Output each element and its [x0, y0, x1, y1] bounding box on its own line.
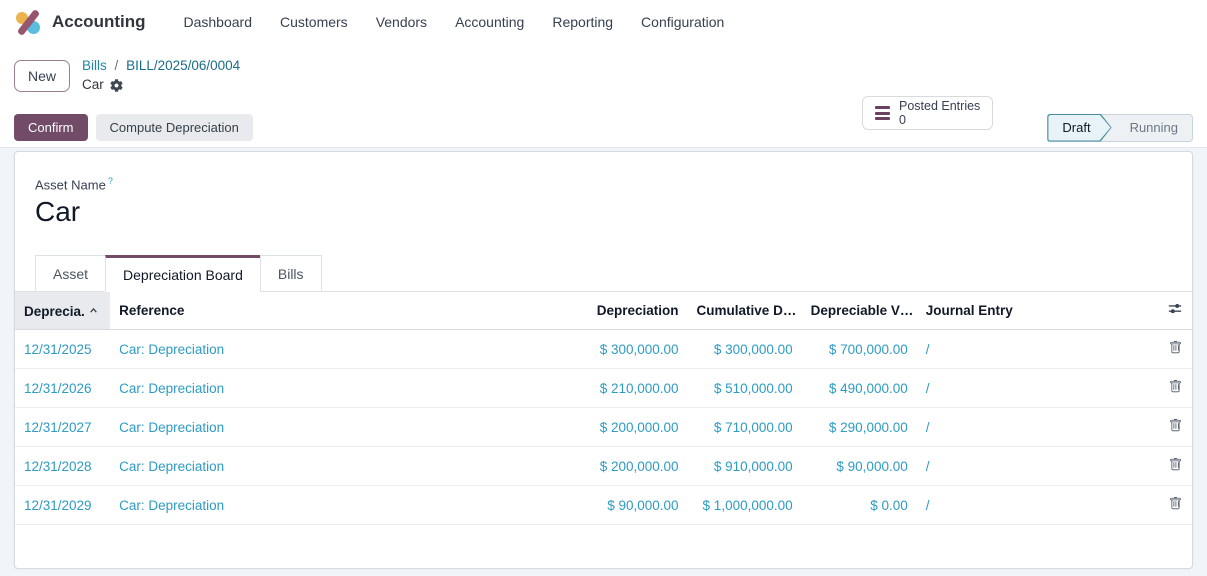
cell-journal-entry[interactable]: /: [916, 446, 1159, 487]
cell-actions: [1158, 329, 1192, 370]
column-header-reference[interactable]: Reference: [110, 292, 568, 331]
cell-depreciable-value[interactable]: $ 490,000.00: [801, 368, 917, 409]
trash-icon: [1169, 497, 1182, 513]
breadcrumb-separator: /: [114, 58, 119, 74]
accounting-app-icon[interactable]: [16, 8, 42, 37]
action-gear-icon[interactable]: [110, 79, 123, 92]
menu-accounting[interactable]: Accounting: [443, 6, 536, 38]
state-running[interactable]: Running: [1112, 115, 1192, 141]
top-navbar: Accounting Dashboard Customers Vendors A…: [0, 0, 1207, 44]
depreciation-board-table: Deprecia. Reference Depreciation Cumulat…: [15, 292, 1192, 526]
cell-actions: [1158, 368, 1192, 409]
tab-bills[interactable]: Bills: [259, 255, 322, 293]
form-view: Asset Name? Car Asset Depreciation Board…: [0, 148, 1207, 576]
notebook-tabs: Asset Depreciation Board Bills: [15, 255, 1192, 293]
cell-journal-entry[interactable]: /: [916, 485, 1159, 526]
breadcrumb-current: Car: [82, 77, 104, 92]
menu-customers[interactable]: Customers: [268, 6, 360, 38]
table-row[interactable]: 12/31/2028 Car: Depreciation $ 200,000.00 $…: [15, 446, 1192, 487]
menu-dashboard[interactable]: Dashboard: [172, 6, 265, 38]
depreciation-rows: 12/31/2025 Car: Depreciation $ 300,000.00 $…: [15, 329, 1192, 526]
trash-icon: [1169, 341, 1182, 357]
cell-actions: [1158, 407, 1192, 448]
tab-depreciation-board[interactable]: Depreciation Board: [105, 255, 261, 293]
cell-depreciation[interactable]: $ 200,000.00: [567, 407, 688, 448]
cell-journal-entry[interactable]: /: [916, 368, 1159, 409]
asset-name-value[interactable]: Car: [35, 196, 1192, 228]
delete-row-button[interactable]: [1169, 419, 1182, 432]
cell-depreciation[interactable]: $ 200,000.00: [567, 446, 688, 487]
cell-actions: [1158, 446, 1192, 487]
app-name[interactable]: Accounting: [52, 12, 146, 32]
cell-depreciation-date[interactable]: 12/31/2027: [15, 407, 111, 448]
menu-configuration[interactable]: Configuration: [629, 6, 736, 38]
column-header-depreciation-date[interactable]: Deprecia.: [15, 292, 111, 331]
delete-row-button[interactable]: [1169, 497, 1182, 510]
cell-depreciation-date[interactable]: 12/31/2029: [15, 485, 111, 526]
table-row[interactable]: 12/31/2025 Car: Depreciation $ 300,000.00 $…: [15, 329, 1192, 370]
cell-depreciation-date[interactable]: 12/31/2026: [15, 368, 111, 409]
compute-depreciation-button[interactable]: Compute Depreciation: [95, 114, 253, 141]
delete-row-button[interactable]: [1169, 341, 1182, 354]
cell-cumulative-depreciation[interactable]: $ 1,000,000.00: [687, 485, 802, 526]
sort-asc-icon: [89, 303, 98, 318]
column-header-depreciable[interactable]: Depreciable V…: [801, 292, 917, 331]
cell-depreciation[interactable]: $ 300,000.00: [567, 329, 688, 370]
cell-journal-entry[interactable]: /: [916, 407, 1159, 448]
new-button[interactable]: New: [14, 60, 71, 92]
stat-button-value: 0: [899, 113, 906, 127]
breadcrumb-bill-link[interactable]: BILL/2025/06/0004: [126, 58, 240, 73]
delete-row-button[interactable]: [1169, 458, 1182, 471]
column-header-cumulative[interactable]: Cumulative D…: [687, 292, 802, 331]
journal-entries-icon: [875, 106, 890, 120]
cell-depreciation-date[interactable]: 12/31/2028: [15, 446, 111, 487]
cell-depreciable-value[interactable]: $ 0.00: [801, 485, 917, 526]
state-widget: Draft Running: [1047, 113, 1193, 142]
trash-icon: [1169, 419, 1182, 435]
cell-actions: [1158, 485, 1192, 526]
form-sheet: Asset Name? Car Asset Depreciation Board…: [14, 151, 1193, 569]
sliders-icon: [1168, 304, 1182, 319]
state-draft[interactable]: Draft: [1047, 114, 1111, 142]
cell-reference[interactable]: Car: Depreciation: [110, 446, 568, 487]
asset-name-label: Asset Name?: [35, 176, 113, 193]
column-header-depreciation[interactable]: Depreciation: [567, 292, 688, 331]
cell-depreciable-value[interactable]: $ 290,000.00: [801, 407, 917, 448]
breadcrumb-bills-link[interactable]: Bills: [82, 58, 107, 73]
table-row[interactable]: 12/31/2029 Car: Depreciation $ 90,000.00 $ …: [15, 485, 1192, 526]
cell-reference[interactable]: Car: Depreciation: [110, 329, 568, 370]
trash-icon: [1169, 458, 1182, 474]
tab-asset[interactable]: Asset: [35, 255, 107, 293]
form-statusbar: Confirm Compute Depreciation Draft Runni…: [0, 108, 1207, 148]
table-header-row: Deprecia. Reference Depreciation Cumulat…: [15, 292, 1192, 331]
stat-button-label: Posted Entries: [899, 98, 981, 113]
cell-journal-entry[interactable]: /: [916, 329, 1159, 370]
cell-reference[interactable]: Car: Depreciation: [110, 485, 568, 526]
menu-reporting[interactable]: Reporting: [540, 6, 625, 38]
table-row[interactable]: 12/31/2026 Car: Depreciation $ 210,000.00 $…: [15, 368, 1192, 409]
main-menu: Dashboard Customers Vendors Accounting R…: [172, 6, 737, 38]
cell-cumulative-depreciation[interactable]: $ 510,000.00: [687, 368, 802, 409]
cell-cumulative-depreciation[interactable]: $ 300,000.00: [687, 329, 802, 370]
cell-depreciation[interactable]: $ 90,000.00: [567, 485, 688, 526]
cell-reference[interactable]: Car: Depreciation: [110, 407, 568, 448]
delete-row-button[interactable]: [1169, 380, 1182, 393]
cell-cumulative-depreciation[interactable]: $ 710,000.00: [687, 407, 802, 448]
table-row[interactable]: 12/31/2027 Car: Depreciation $ 200,000.00 $…: [15, 407, 1192, 448]
posted-entries-stat-button[interactable]: Posted Entries 0: [862, 96, 994, 130]
cell-depreciable-value[interactable]: $ 90,000.00: [801, 446, 917, 487]
trash-icon: [1169, 380, 1182, 396]
cell-depreciation[interactable]: $ 210,000.00: [567, 368, 688, 409]
menu-vendors[interactable]: Vendors: [364, 6, 439, 38]
help-icon[interactable]: ?: [108, 176, 113, 186]
cell-reference[interactable]: Car: Depreciation: [110, 368, 568, 409]
cell-depreciation-date[interactable]: 12/31/2025: [15, 329, 111, 370]
cell-cumulative-depreciation[interactable]: $ 910,000.00: [687, 446, 802, 487]
adjust-columns-button[interactable]: [1158, 292, 1192, 331]
cell-depreciable-value[interactable]: $ 700,000.00: [801, 329, 917, 370]
breadcrumb: Bills / BILL/2025/06/0004 Car: [82, 58, 240, 94]
column-header-journal-entry[interactable]: Journal Entry: [916, 292, 1159, 331]
confirm-button[interactable]: Confirm: [14, 114, 88, 141]
control-panel: New Bills / BILL/2025/06/0004 Car Posted…: [0, 44, 1207, 130]
